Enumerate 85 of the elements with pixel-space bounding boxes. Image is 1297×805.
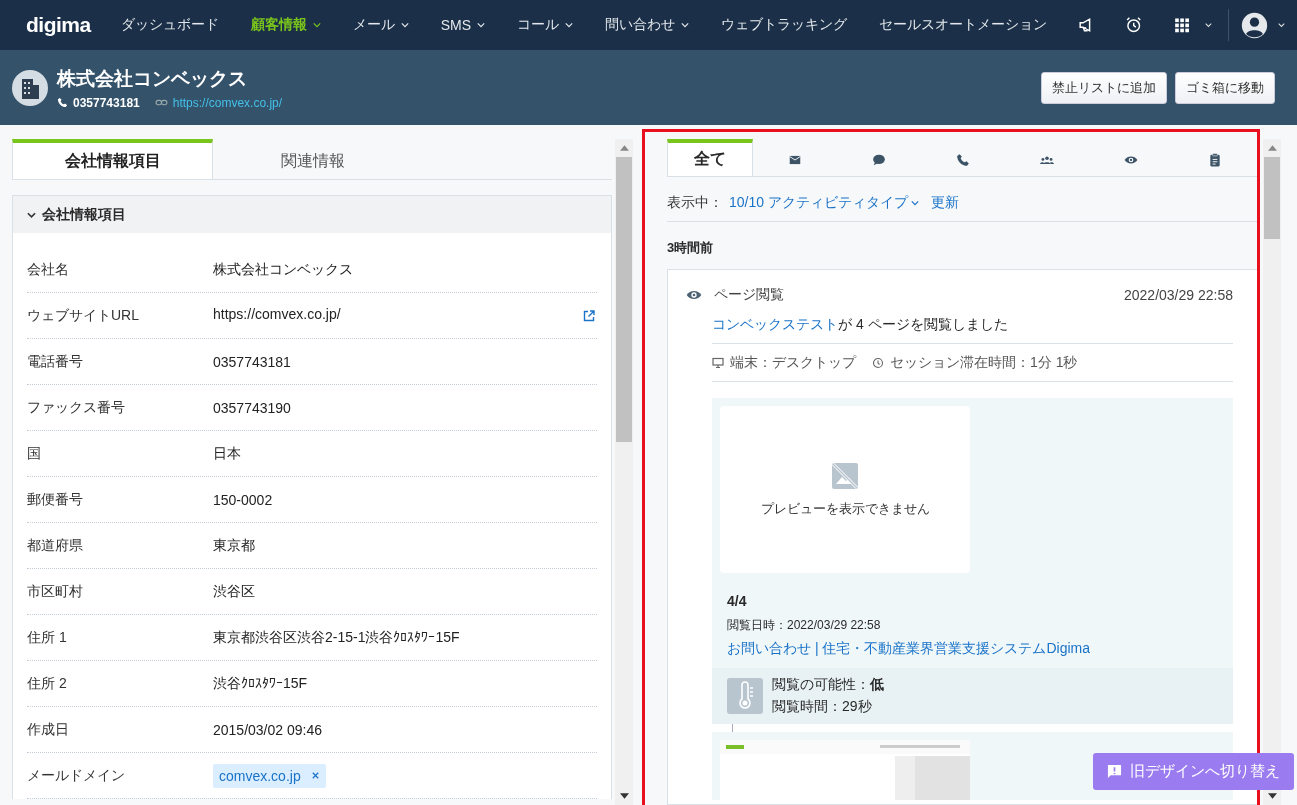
nav-item[interactable]: コール bbox=[501, 16, 590, 34]
field-label: 都道府県 bbox=[27, 536, 84, 555]
clock-icon bbox=[872, 357, 884, 369]
time-group-label: 3時間前 bbox=[667, 239, 715, 257]
field-label: 国 bbox=[27, 444, 42, 463]
tab[interactable]: 関連情報 bbox=[213, 139, 412, 179]
field-value: 株式会社コンベックス bbox=[213, 260, 353, 279]
nav-item[interactable]: ウェブトラッキング bbox=[705, 16, 864, 34]
nav-item[interactable]: SMS bbox=[424, 17, 502, 33]
monitor-icon bbox=[712, 357, 724, 369]
filter-label: 表示中： bbox=[667, 194, 723, 212]
thermometer-icon bbox=[727, 678, 763, 714]
speech-bubble-icon bbox=[872, 152, 886, 167]
apps-grid-icon[interactable] bbox=[1172, 15, 1191, 35]
field-value: https://comvex.co.jp/ bbox=[213, 306, 342, 322]
field-value: 0357743190 bbox=[213, 399, 291, 416]
session-duration: セッション滞在時間：1分 1秒 bbox=[890, 354, 1078, 372]
domain-tag: comvex.co.jp bbox=[213, 763, 326, 788]
link-icon bbox=[154, 97, 168, 108]
field-value: 東京都 bbox=[213, 536, 255, 555]
section-header[interactable]: 会社情報項目 bbox=[13, 196, 611, 233]
field-value: 東京都渋谷区渋谷2-15-1渋谷ｸﾛｽﾀﾜｰ15F bbox=[213, 628, 460, 647]
remove-icon[interactable] bbox=[310, 771, 320, 780]
activity-type-dropdown[interactable]: 10/10 アクティビティタイプ bbox=[729, 194, 919, 212]
feedback-icon bbox=[1107, 764, 1122, 779]
page-title-link[interactable]: お問い合わせ | 住宅・不動産業界営業支援システムDigima bbox=[727, 640, 1225, 658]
website-link[interactable]: https://comvex.co.jp/ bbox=[172, 95, 283, 110]
header-button[interactable]: 禁止リストに追加 bbox=[1041, 71, 1167, 104]
field-label: 住所 2 bbox=[27, 674, 68, 693]
nav-item[interactable]: 顧客情報 bbox=[234, 16, 337, 34]
alarm-clock-icon[interactable] bbox=[1125, 15, 1143, 35]
building-icon bbox=[12, 69, 48, 106]
nav-item[interactable]: ダッシュボード bbox=[104, 16, 235, 34]
field-label: メールドメイン bbox=[27, 766, 126, 785]
viewed-at: 閲覧日時：2022/03/29 22:58 bbox=[727, 617, 882, 634]
field-label: 会社名 bbox=[27, 260, 70, 279]
scrollbar-thumb[interactable] bbox=[1264, 157, 1280, 239]
view-likelihood: 閲覧の可能性：低 bbox=[772, 676, 884, 694]
nav-item[interactable]: セールスオートメーション bbox=[863, 16, 1064, 34]
clipboard-icon bbox=[1208, 152, 1222, 167]
scrollbar-thumb[interactable] bbox=[616, 157, 632, 442]
chevron-down-icon bbox=[910, 200, 919, 206]
header-button[interactable]: ゴミ箱に移動 bbox=[1175, 71, 1275, 104]
phone-icon bbox=[57, 97, 68, 108]
chevron-down-icon[interactable] bbox=[1278, 22, 1285, 28]
field-label: ウェブサイトURL bbox=[27, 306, 140, 325]
device-info: 端末：デスクトップ bbox=[730, 354, 856, 372]
tab[interactable]: 全て bbox=[667, 139, 753, 176]
chevron-down-icon[interactable] bbox=[1205, 22, 1213, 28]
visitor-link[interactable]: コンベックステスト bbox=[712, 316, 838, 332]
section-title: 会社情報項目 bbox=[42, 205, 126, 224]
view-duration: 閲覧時間：29秒 bbox=[772, 698, 873, 716]
phone-number: 0357743181 bbox=[73, 95, 140, 110]
scroll-up-icon[interactable] bbox=[619, 145, 629, 151]
field-value: 渋谷区 bbox=[213, 582, 255, 601]
preview-message: プレビューを表示できません bbox=[760, 499, 930, 518]
field-value: 2015/03/02 09:46 bbox=[213, 721, 322, 738]
scrollbar[interactable] bbox=[615, 139, 633, 805]
scroll-down-icon[interactable] bbox=[1267, 793, 1277, 799]
nav-item[interactable]: メール bbox=[336, 16, 425, 34]
field-value: 0357743181 bbox=[213, 353, 291, 370]
company-name: 株式会社コンベックス bbox=[57, 66, 248, 91]
activity-time: 2022/03/29 22:58 bbox=[1124, 287, 1233, 303]
field-label: 郵便番号 bbox=[27, 490, 84, 509]
activity-summary: が 4 ページを閲覧しました bbox=[838, 316, 1008, 332]
scroll-up-icon[interactable] bbox=[1267, 145, 1277, 151]
activity-type: ページ閲覧 bbox=[714, 286, 784, 304]
external-link-icon[interactable] bbox=[583, 309, 595, 322]
logo[interactable]: digima bbox=[26, 13, 91, 37]
page-index: 4/4 bbox=[727, 593, 748, 609]
field-value: 日本 bbox=[213, 444, 241, 463]
field-label: 住所 1 bbox=[27, 628, 68, 647]
refresh-link[interactable]: 更新 bbox=[930, 194, 959, 212]
field-label: 電話番号 bbox=[27, 352, 84, 371]
phone-icon bbox=[956, 152, 970, 167]
field-value: 渋谷ｸﾛｽﾀﾜｰ15F bbox=[213, 674, 308, 693]
nav-item[interactable]: 問い合わせ bbox=[589, 16, 706, 34]
field-label: 市区町村 bbox=[27, 582, 84, 601]
no-image-icon bbox=[831, 461, 859, 490]
field-label: ファックス番号 bbox=[27, 398, 126, 417]
field-label: 作成日 bbox=[27, 720, 70, 739]
scroll-down-icon[interactable] bbox=[619, 793, 629, 799]
scrollbar[interactable] bbox=[1263, 139, 1281, 805]
field-value: 150-0002 bbox=[213, 491, 273, 508]
tab[interactable]: 会社情報項目 bbox=[12, 139, 213, 179]
